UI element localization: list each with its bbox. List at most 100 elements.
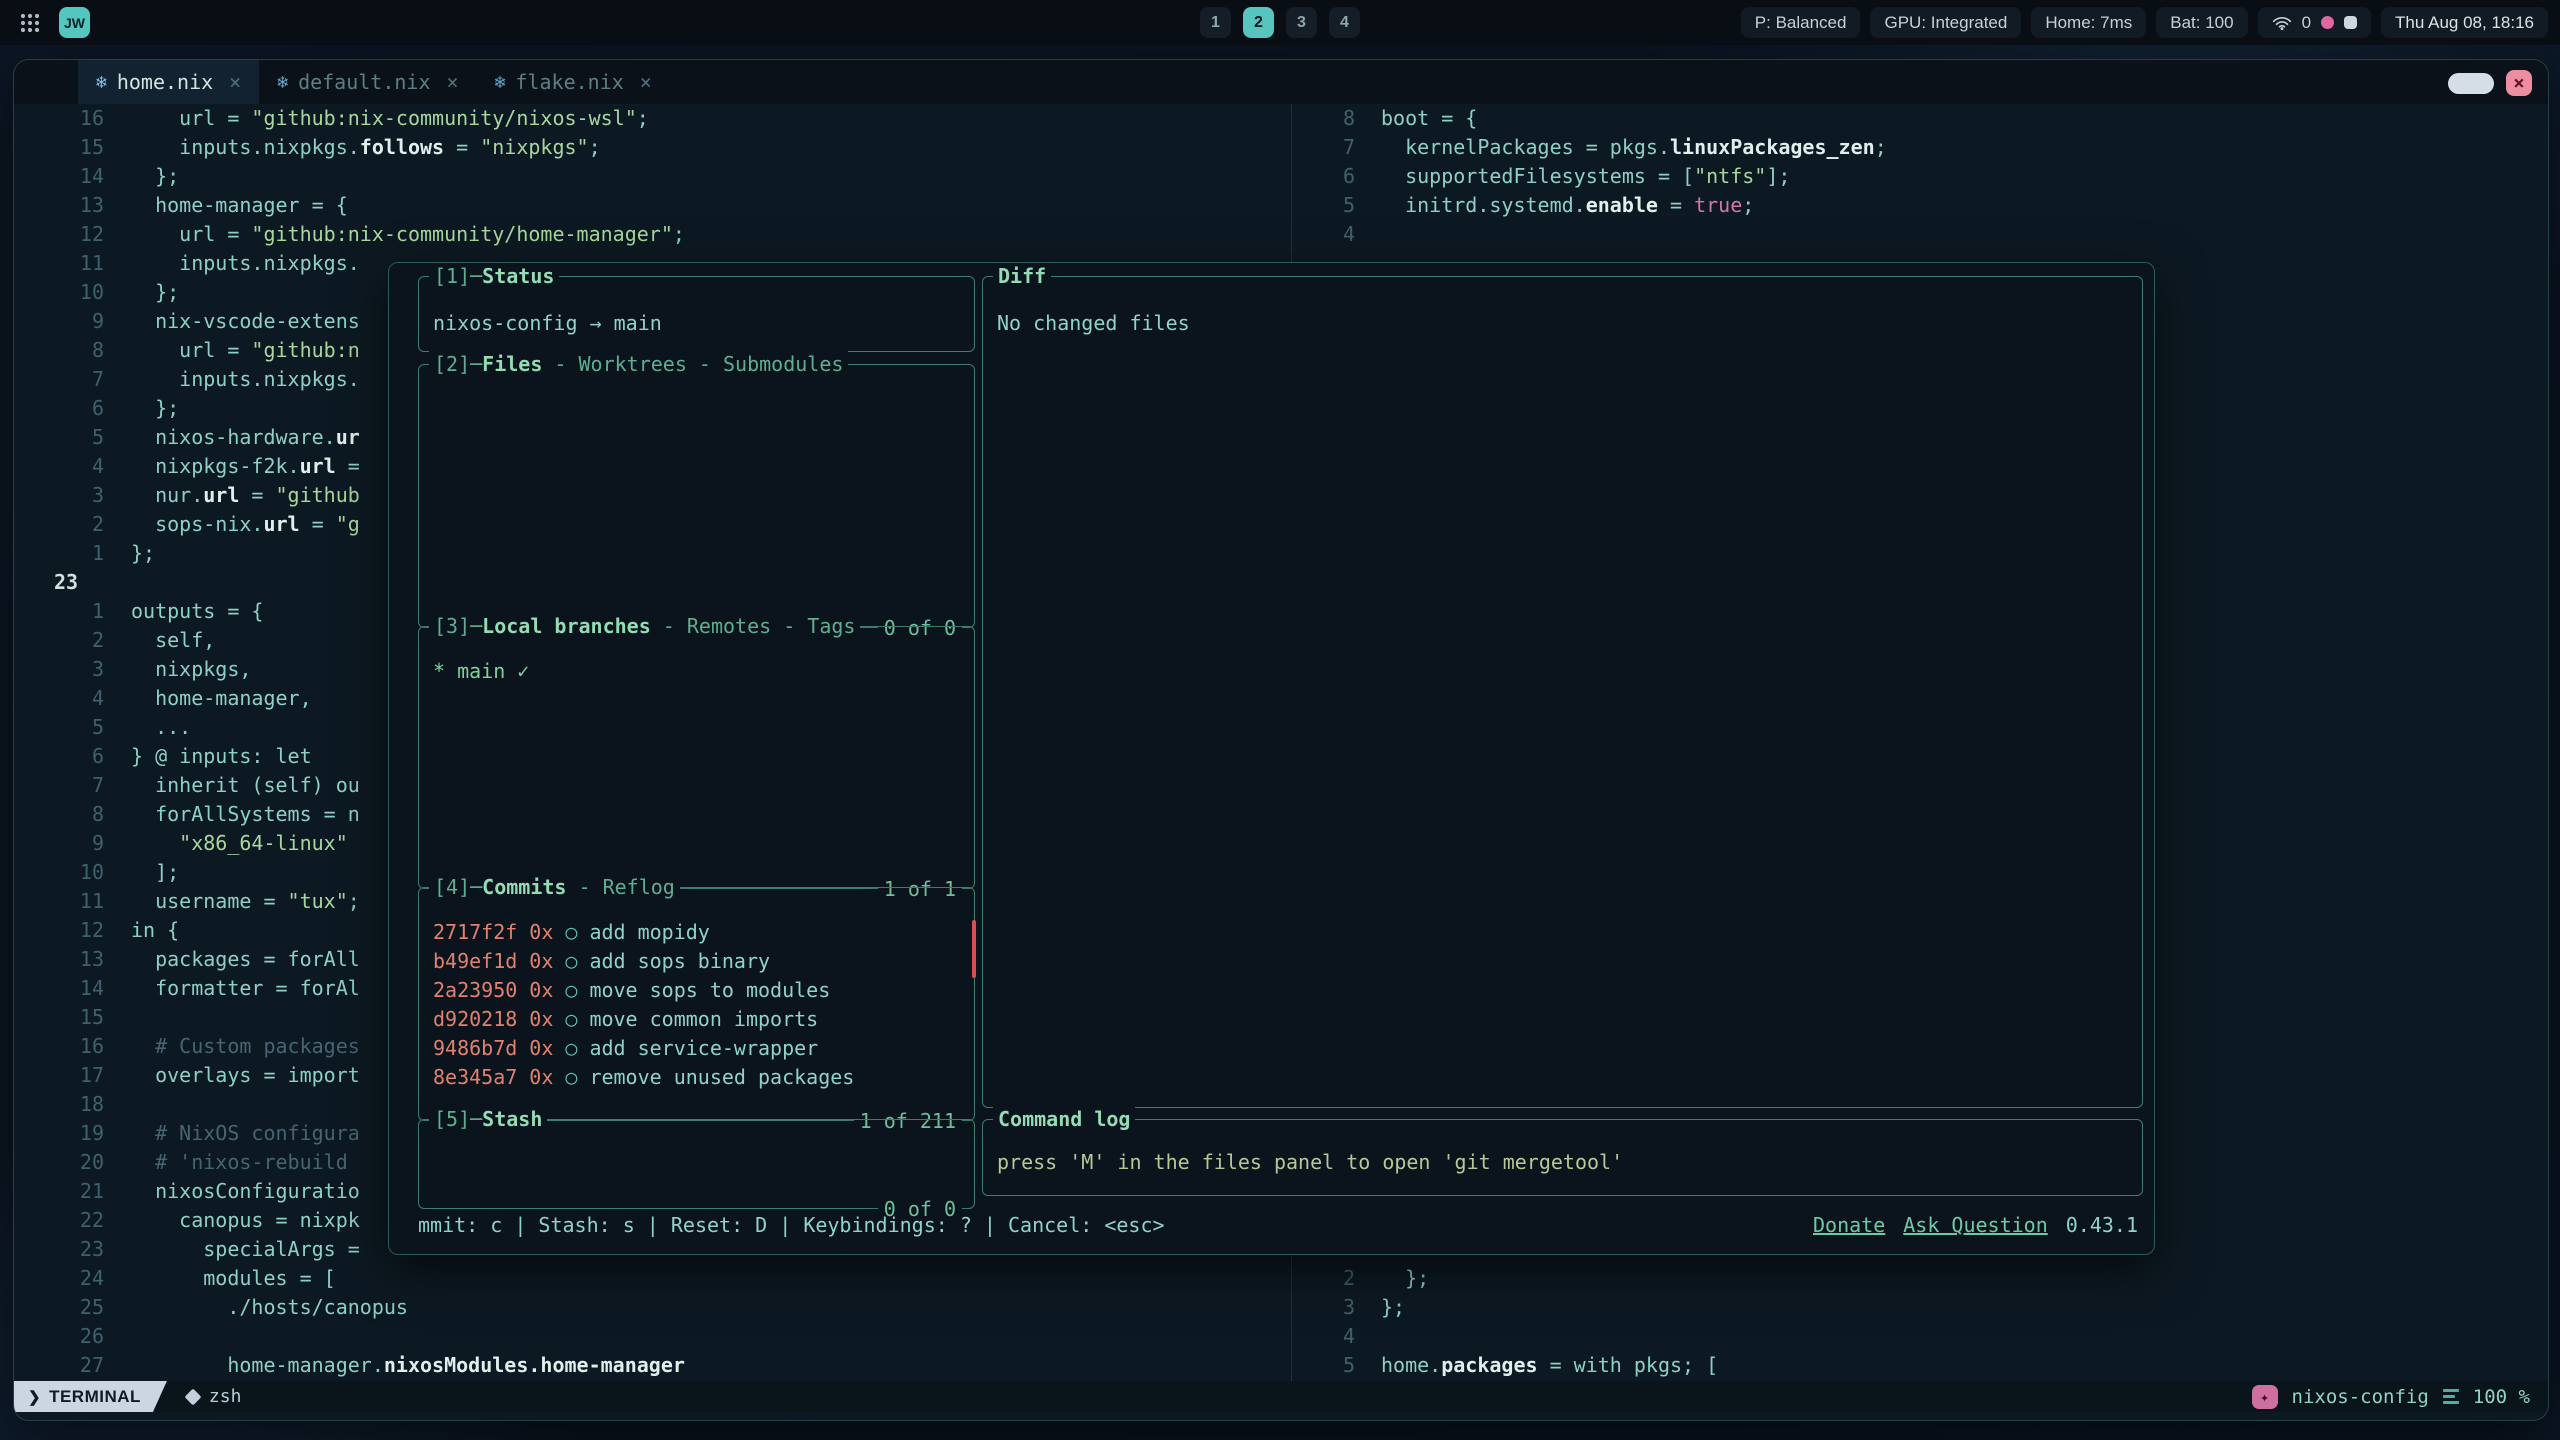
code-text: self,	[131, 626, 215, 655]
code-line[interactable]: 4	[1297, 1322, 2537, 1351]
code-text: boot = {	[1381, 104, 1477, 133]
system-tray[interactable]: 0	[2258, 7, 2371, 38]
line-number: 6	[41, 394, 104, 423]
workspace-button-3[interactable]: 3	[1286, 7, 1317, 38]
line-number: 5	[1297, 1351, 1355, 1380]
code-line[interactable]: 26	[41, 1322, 1297, 1351]
code-line[interactable]: 14 };	[41, 162, 1297, 191]
code-text: modules = [	[131, 1264, 336, 1293]
line-number: 3	[1297, 1293, 1355, 1322]
commit-graph-icon: ○	[565, 949, 577, 973]
commit-row[interactable]: d9202180x○move common imports	[433, 1005, 974, 1034]
code-line[interactable]: 12 url = "github:nix-community/home-mana…	[41, 220, 1297, 249]
launcher-logo[interactable]: JW	[59, 7, 90, 38]
line-number: 19	[41, 1119, 104, 1148]
workspace-button-4[interactable]: 4	[1329, 7, 1360, 38]
line-number: 17	[41, 1061, 104, 1090]
commits-scrollbar[interactable]	[972, 920, 976, 978]
tab-close-icon[interactable]: ×	[229, 70, 241, 94]
code-line[interactable]: 27 home-manager.nixosModules.home-manage…	[41, 1351, 1297, 1380]
commit-graph-icon: ○	[565, 1007, 577, 1031]
code-line[interactable]: 5home.packages = with pkgs; [	[1297, 1351, 2537, 1380]
lazygit-branches-panel[interactable]: [3]─Local branches - Remotes - Tags * ma…	[418, 626, 975, 889]
tab-flake.nix[interactable]: ❄ flake.nix ×	[477, 60, 670, 104]
code-line[interactable]: 3};	[1297, 1293, 2537, 1322]
tab-close-icon[interactable]: ×	[640, 70, 652, 94]
tab-label: flake.nix	[515, 70, 623, 94]
commit-author: 0x	[529, 949, 553, 973]
apps-menu-button[interactable]	[14, 7, 45, 38]
window-close-button[interactable]: ×	[2506, 70, 2532, 96]
tab-home.nix[interactable]: ❄home.nix×	[78, 60, 259, 104]
commit-graph-icon: ○	[565, 920, 577, 944]
workspace-button-2[interactable]: 2	[1243, 7, 1274, 38]
commit-row[interactable]: 2717f2f0x○add mopidy	[433, 918, 974, 947]
donate-link[interactable]: Donate	[1813, 1211, 1885, 1240]
shell-label: zsh	[209, 1386, 242, 1407]
tab-label: default.nix	[298, 70, 430, 94]
lazygit-files-panel[interactable]: [2]─Files - Worktrees - Submodules 0 of …	[418, 364, 975, 628]
commit-hash: 2717f2f	[433, 920, 517, 944]
lazygit-commits-panel[interactable]: [4]─Commits - Reflog 2717f2f0x○add mopid…	[418, 887, 975, 1121]
line-number: 4	[41, 684, 104, 713]
commit-author: 0x	[529, 978, 553, 1002]
commit-hash: 2a23950	[433, 978, 517, 1002]
code-line[interactable]: 7 kernelPackages = pkgs.linuxPackages_ze…	[1297, 133, 2537, 162]
window-pill-button[interactable]	[2448, 73, 2494, 94]
scroll-percentage: 100 %	[2473, 1386, 2530, 1408]
workspace-button-1[interactable]: 1	[1200, 7, 1231, 38]
lazygit-command-log-panel[interactable]: Command log press 'M' in the files panel…	[982, 1119, 2143, 1196]
line-number: 8	[41, 800, 104, 829]
code-text: outputs = {	[131, 597, 263, 626]
lazygit-status-panel[interactable]: [1]─Status nixos-config → main	[418, 276, 975, 352]
commit-row[interactable]: 2a239500x○move sops to modules	[433, 976, 974, 1005]
line-number: 9	[41, 307, 104, 336]
module-power-profile[interactable]: P: Balanced	[1741, 7, 1861, 38]
mode-indicator: ❯ TERMINAL	[14, 1381, 167, 1412]
code-text: # NixOS configura	[131, 1119, 360, 1148]
module-gpu[interactable]: GPU: Integrated	[1870, 7, 2021, 38]
code-text: inputs.nixpkgs.	[131, 365, 360, 394]
tray-app-icon	[2344, 16, 2357, 29]
mode-label: TERMINAL	[49, 1387, 141, 1407]
code-line[interactable]: 24 modules = [	[41, 1264, 1297, 1293]
code-line[interactable]: 6 supportedFilesystems = ["ntfs"];	[1297, 162, 2537, 191]
code-line[interactable]: 4	[1297, 220, 2537, 249]
clock[interactable]: Thu Aug 08, 18:16	[2381, 7, 2548, 38]
line-number: 5	[41, 713, 104, 742]
lazygit-version: 0.43.1	[2066, 1211, 2138, 1240]
code-text: sops-nix.url = "g	[131, 510, 360, 539]
indicator-dot-icon	[2321, 16, 2334, 29]
commit-hash: 8e345a7	[433, 1065, 517, 1089]
commit-author: 0x	[529, 1036, 553, 1060]
ask-question-link[interactable]: Ask Question	[1903, 1211, 2048, 1240]
code-text: };	[131, 278, 179, 307]
code-text: };	[1381, 1293, 1405, 1322]
code-line[interactable]: 13 home-manager = {	[41, 191, 1297, 220]
module-home-ping[interactable]: Home: 7ms	[2031, 7, 2146, 38]
module-battery[interactable]: Bat: 100	[2156, 7, 2247, 38]
code-line[interactable]: 2 };	[1297, 1264, 2537, 1293]
lazygit-stash-panel[interactable]: [5]─Stash 0 of 0	[418, 1119, 975, 1209]
code-line[interactable]: 25 ./hosts/canopus	[41, 1293, 1297, 1322]
code-text: };	[131, 162, 179, 191]
commit-row[interactable]: b49ef1d0x○add sops binary	[433, 947, 974, 976]
tab-default.nix[interactable]: ❄default.nix×	[259, 60, 476, 104]
commit-row[interactable]: 9486b7d0x○add service-wrapper	[433, 1034, 974, 1063]
line-number: 7	[1297, 133, 1355, 162]
commit-message: remove unused packages	[589, 1065, 854, 1089]
code-text: packages = forAll	[131, 945, 360, 974]
commit-message: move common imports	[589, 1007, 818, 1031]
code-line[interactable]: 5 initrd.systemd.enable = true;	[1297, 191, 2537, 220]
commit-row[interactable]: 8e345a70x○remove unused packages	[433, 1063, 974, 1092]
code-line[interactable]: 8boot = {	[1297, 104, 2537, 133]
commit-author: 0x	[529, 920, 553, 944]
code-line[interactable]: 16 url = "github:nix-community/nixos-wsl…	[41, 104, 1297, 133]
line-number: 5	[41, 423, 104, 452]
lazygit-diff-panel[interactable]: Diff No changed files	[982, 276, 2143, 1108]
lines-icon	[2443, 1389, 2459, 1404]
code-text: };	[1381, 1264, 1429, 1293]
code-line[interactable]: 15 inputs.nixpkgs.follows = "nixpkgs";	[41, 133, 1297, 162]
tab-close-icon[interactable]: ×	[447, 70, 459, 94]
nix-snowflake-icon: ❄	[495, 72, 506, 93]
